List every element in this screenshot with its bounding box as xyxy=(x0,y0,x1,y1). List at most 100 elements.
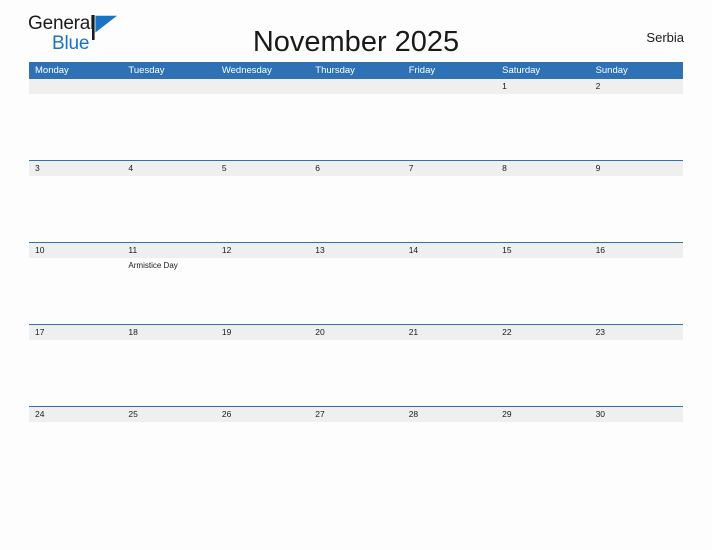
day-number: 14 xyxy=(408,245,419,255)
week-row: 1 2 xyxy=(29,79,683,160)
week-row: 17 18 19 20 21 22 23 xyxy=(29,324,683,406)
day-events xyxy=(409,176,496,178)
day-events xyxy=(502,94,589,96)
day-cell[interactable]: 5 xyxy=(216,161,309,242)
weekday-header-monday: Monday xyxy=(35,65,69,76)
day-number: 20 xyxy=(315,327,325,337)
day-number: 12 xyxy=(221,245,232,255)
day-cell[interactable]: 25 xyxy=(122,407,215,488)
day-number: 5 xyxy=(221,163,227,173)
day-number: 7 xyxy=(408,163,414,173)
day-number: 6 xyxy=(315,163,321,173)
brand-name-blue: Blue xyxy=(52,32,90,54)
day-number: 28 xyxy=(408,409,419,419)
region-label: Serbia xyxy=(646,29,684,45)
brand-logo[interactable]: General Blue xyxy=(28,14,128,53)
day-number: 10 xyxy=(35,245,45,255)
day-events xyxy=(315,176,402,178)
day-cell[interactable]: 16 xyxy=(590,243,683,324)
day-cell[interactable]: 30 xyxy=(590,407,683,488)
day-number: 19 xyxy=(221,327,232,337)
day-cell[interactable]: 11 Armistice Day xyxy=(122,243,215,324)
day-events xyxy=(35,340,122,342)
day-events xyxy=(315,258,402,260)
day-cell[interactable] xyxy=(309,79,402,160)
day-events xyxy=(409,422,496,424)
day-cell[interactable]: 17 xyxy=(29,325,122,406)
day-cell[interactable]: 7 xyxy=(403,161,496,242)
day-event[interactable]: Armistice Day xyxy=(128,260,215,271)
day-events xyxy=(409,94,496,96)
day-events xyxy=(315,340,402,342)
calendar-grid: Monday Tuesday Wednesday Thursday Friday… xyxy=(29,62,683,488)
day-events xyxy=(35,258,122,260)
day-events xyxy=(502,340,589,342)
day-number xyxy=(128,79,215,94)
week-row: 10 11 Armistice Day 12 13 14 15 16 xyxy=(29,242,683,324)
day-cell[interactable]: 3 xyxy=(29,161,122,242)
weekday-header-tuesday: Tuesday xyxy=(128,65,165,76)
day-number: 8 xyxy=(502,163,507,173)
day-events: Armistice Day xyxy=(128,258,215,271)
day-cell[interactable]: 14 xyxy=(403,243,496,324)
day-cell[interactable] xyxy=(29,79,122,160)
day-events xyxy=(222,94,309,96)
week-days: 10 11 Armistice Day 12 13 14 15 16 xyxy=(29,243,683,324)
day-cell[interactable]: 29 xyxy=(496,407,589,488)
day-events xyxy=(315,94,402,96)
day-events xyxy=(35,94,122,96)
day-cell[interactable] xyxy=(122,79,215,160)
day-events xyxy=(596,422,683,424)
day-cell[interactable]: 10 xyxy=(29,243,122,324)
day-events xyxy=(409,340,496,342)
day-cell[interactable]: 13 xyxy=(309,243,402,324)
day-number: 27 xyxy=(315,409,325,419)
day-events xyxy=(502,258,589,260)
day-cell[interactable]: 26 xyxy=(216,407,309,488)
day-cell[interactable]: 12 xyxy=(216,243,309,324)
day-number xyxy=(409,79,496,94)
day-cell[interactable]: 23 xyxy=(590,325,683,406)
day-number: 29 xyxy=(502,409,512,419)
day-number xyxy=(315,79,402,94)
brand-logo-text-row: General xyxy=(28,14,117,40)
day-cell[interactable]: 15 xyxy=(496,243,589,324)
day-cell[interactable]: 28 xyxy=(403,407,496,488)
day-cell[interactable] xyxy=(403,79,496,160)
day-number: 22 xyxy=(502,327,512,337)
day-cell[interactable]: 2 xyxy=(590,79,683,160)
day-cell[interactable]: 4 xyxy=(122,161,215,242)
day-cell[interactable]: 22 xyxy=(496,325,589,406)
day-events xyxy=(596,176,683,178)
day-cell[interactable]: 20 xyxy=(309,325,402,406)
day-cell[interactable]: 1 xyxy=(496,79,589,160)
day-events xyxy=(128,340,215,342)
day-cell[interactable]: 18 xyxy=(122,325,215,406)
week-days: 17 18 19 20 21 22 23 xyxy=(29,325,683,406)
day-events xyxy=(222,340,309,342)
weekday-header-saturday: Saturday xyxy=(502,65,541,76)
page-header: General Blue November 2025 Serbia xyxy=(0,0,712,62)
day-events xyxy=(35,422,122,424)
day-cell[interactable]: 24 xyxy=(29,407,122,488)
day-number: 2 xyxy=(595,81,601,91)
day-number: 24 xyxy=(35,409,45,419)
day-cell[interactable]: 27 xyxy=(309,407,402,488)
weekday-header-sunday: Sunday xyxy=(595,65,628,76)
day-events xyxy=(222,258,309,260)
weekday-header-row: Monday Tuesday Wednesday Thursday Friday… xyxy=(29,62,683,79)
weekday-header-wednesday: Wednesday xyxy=(221,65,272,76)
day-cell[interactable]: 9 xyxy=(590,161,683,242)
day-events xyxy=(128,176,215,178)
day-events xyxy=(502,422,589,424)
day-events xyxy=(128,94,215,96)
day-events xyxy=(596,340,683,342)
day-cell[interactable]: 21 xyxy=(403,325,496,406)
day-number: 21 xyxy=(408,327,419,337)
day-cell[interactable]: 8 xyxy=(496,161,589,242)
day-cell[interactable] xyxy=(216,79,309,160)
weekday-header-friday: Friday xyxy=(408,65,436,76)
day-cell[interactable]: 19 xyxy=(216,325,309,406)
day-cell[interactable]: 6 xyxy=(309,161,402,242)
week-days: 3 4 5 6 7 8 9 xyxy=(29,161,683,242)
